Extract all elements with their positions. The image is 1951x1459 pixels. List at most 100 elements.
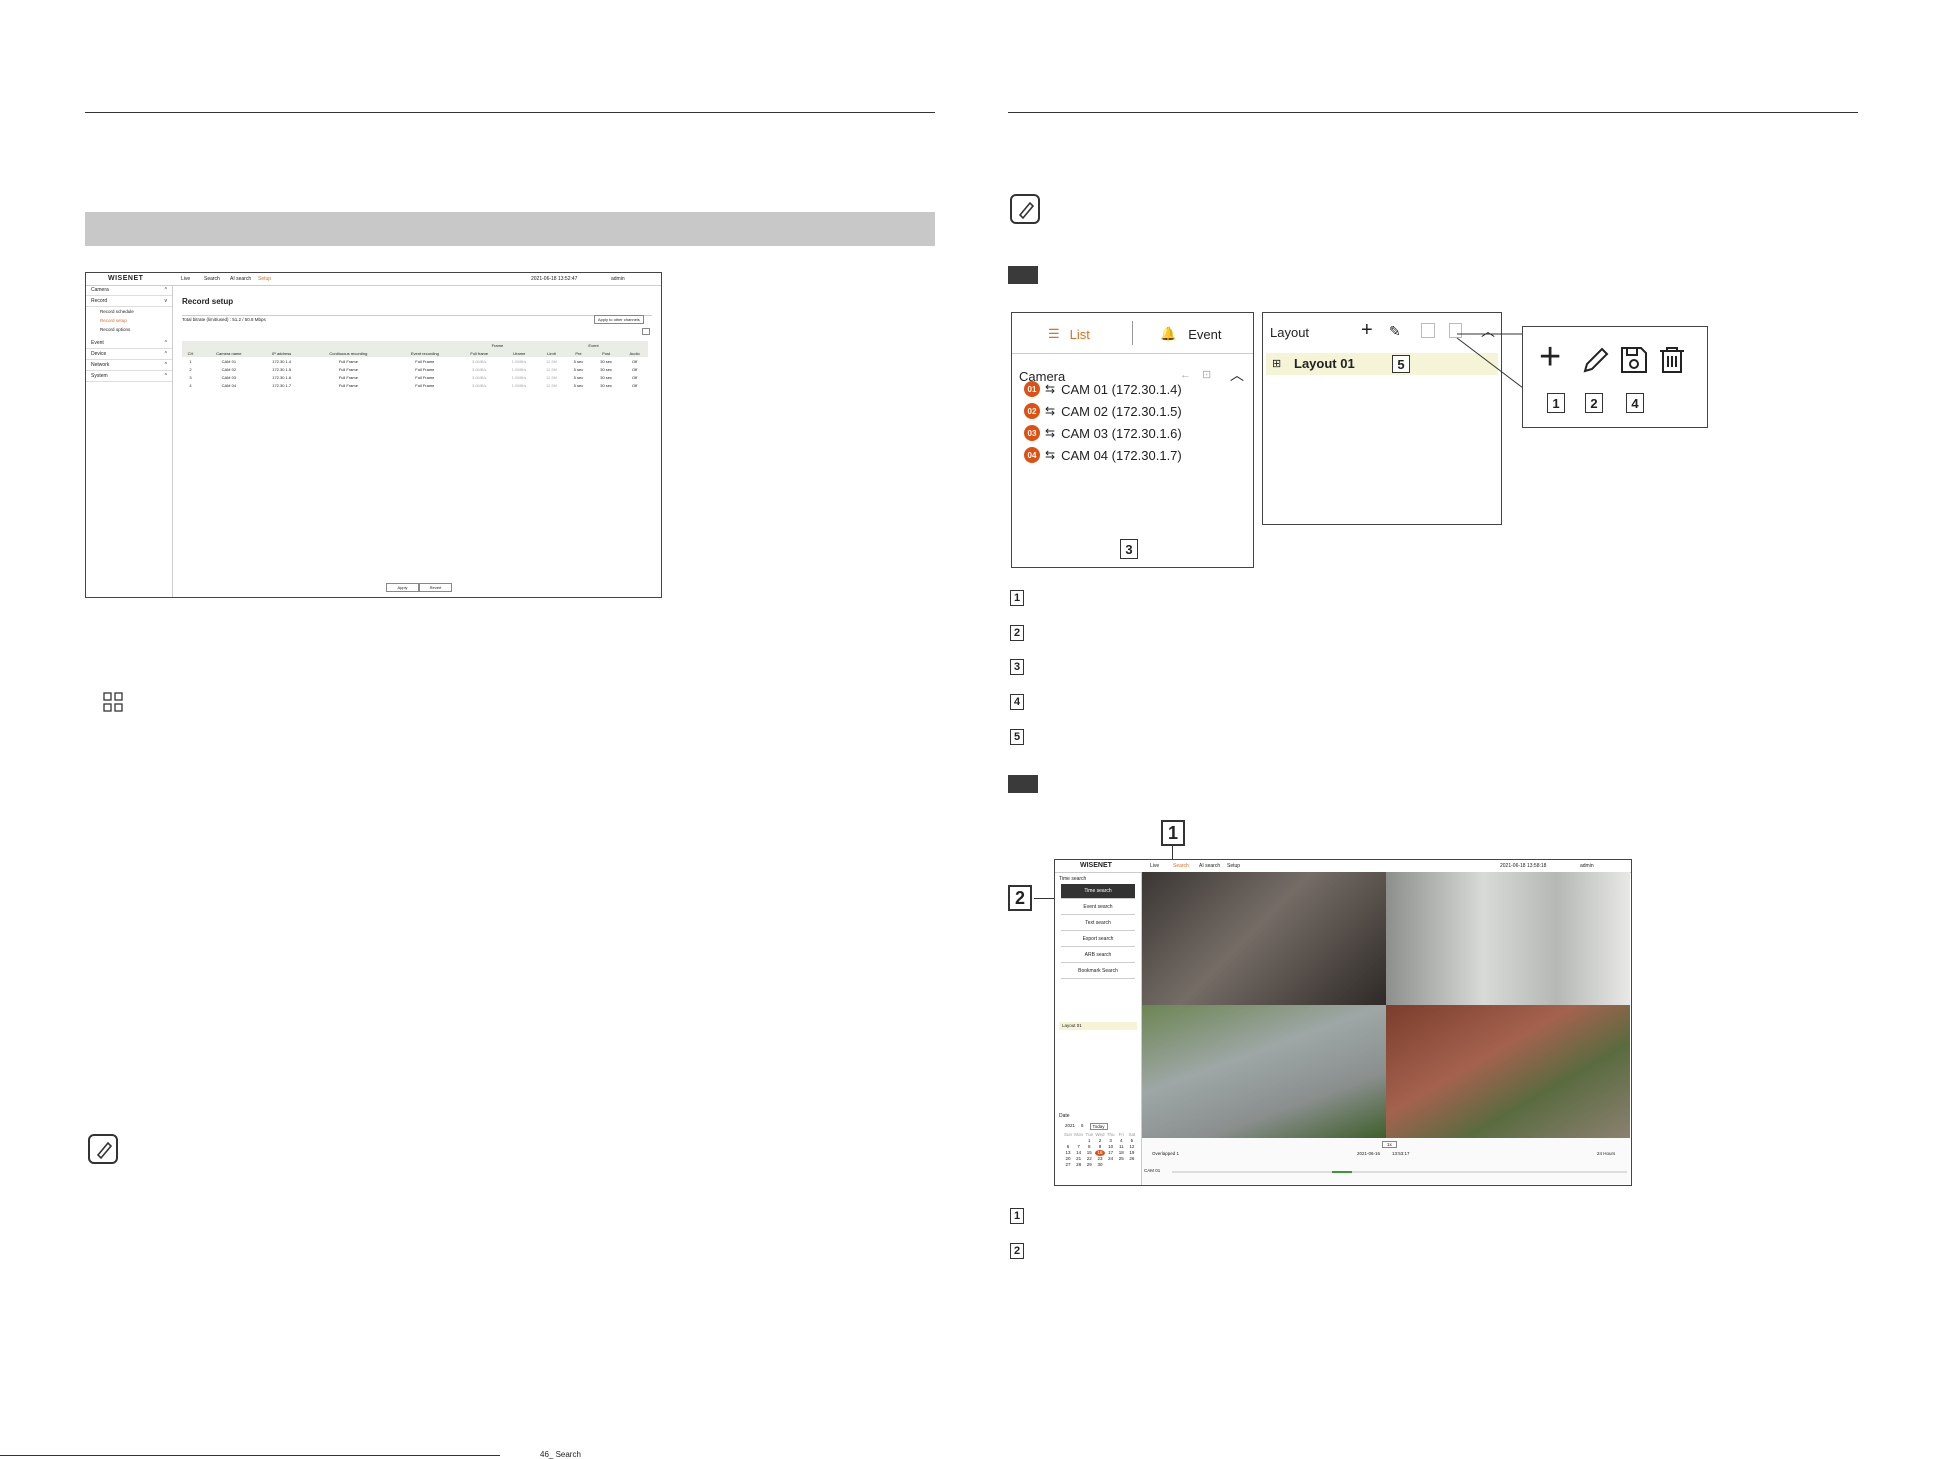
search-type-button[interactable]: ARB search [1061, 948, 1135, 963]
nav-live[interactable]: Live [1150, 863, 1159, 869]
header-rule-left [85, 112, 935, 113]
video-tile-2[interactable] [1386, 872, 1630, 1005]
user-menu[interactable]: admin [1580, 863, 1594, 869]
nav-setup[interactable]: Setup [1227, 863, 1240, 869]
sidebar-item-device[interactable]: Device ^ [86, 349, 172, 360]
divider [182, 315, 652, 316]
nav-ai-search[interactable]: AI search [1199, 863, 1220, 869]
camera-number-badge: 03 [1024, 425, 1040, 441]
nav-search[interactable]: Search [204, 276, 220, 282]
nav-search[interactable]: Search [1173, 863, 1189, 869]
sidebar-label: System [91, 373, 108, 379]
nav-live[interactable]: Live [181, 276, 190, 282]
video-tile-4[interactable] [1386, 1005, 1630, 1138]
sidebar-item-record[interactable]: Record v [86, 296, 172, 307]
timeline-recorded [1332, 1171, 1352, 1173]
table-cell: 172.30.1.6 [272, 374, 292, 380]
calendar-day[interactable] [1106, 1162, 1116, 1168]
sidebar-sub-record-schedule[interactable]: Record schedule [86, 307, 172, 316]
sidebar-sub-record-setup[interactable]: Record setup [86, 316, 172, 325]
grid-icon[interactable] [642, 328, 650, 335]
callout-5: 5 [1392, 355, 1410, 373]
calendar-day[interactable] [1127, 1162, 1137, 1168]
search-type-button[interactable]: Event search [1061, 900, 1135, 915]
table-cell: Full Frame [415, 358, 435, 364]
table-cell: Full Frame [415, 366, 435, 372]
table-cell: 5 sec [573, 366, 584, 372]
search-screenshot: WISENET Live Search AI search Setup 2021… [1054, 859, 1632, 1186]
today-button[interactable]: Today [1089, 1123, 1108, 1130]
apply-button[interactable]: Apply [386, 583, 419, 592]
brand-logo: WISENET [1080, 862, 1112, 869]
brand-logo: WISENET [108, 275, 144, 282]
callout-1: 1 [1547, 393, 1565, 413]
table-cell: Full Frame [338, 358, 358, 364]
table-header: IP address [258, 349, 305, 357]
record-table: Frame Event CH Camera name IP address Conti… [182, 341, 648, 389]
speed-select[interactable]: 1x [1382, 1141, 1397, 1148]
table-header: Continuous recording [304, 349, 393, 357]
tab-list[interactable]: ☰ List [1048, 326, 1090, 342]
nav-ai-search[interactable]: AI search [230, 276, 251, 282]
calendar-day[interactable]: 27 [1063, 1162, 1073, 1168]
save-icon [1621, 347, 1647, 373]
user-menu[interactable]: admin [611, 276, 625, 282]
table-cell: 1.0MB/s [511, 366, 527, 372]
search-type-button[interactable]: Time search [1061, 884, 1135, 899]
table-group-empty [621, 341, 648, 349]
table-cell: Full Frame [415, 374, 435, 380]
search-type-button[interactable]: Export search [1061, 932, 1135, 947]
sidebar-item-system[interactable]: System ^ [86, 371, 172, 382]
bell-icon: 🔔 [1160, 326, 1177, 341]
table-row[interactable]: 3 CAM 03 172.30.1.6 Full Frame Full Frame 3.0… [182, 373, 648, 381]
search-type-button[interactable]: Bookmark Search [1061, 964, 1135, 979]
table-cell: CAM 01 [221, 358, 237, 364]
table-header: Limit [537, 349, 566, 357]
add-icon[interactable]: + [1361, 319, 1373, 342]
search-type-button[interactable]: Text search [1061, 916, 1135, 931]
table-cell: Off [631, 358, 638, 364]
table-cell: Full Frame [415, 382, 435, 388]
sidebar-item-network[interactable]: Network ^ [86, 360, 172, 371]
sidebar-sub-record-options[interactable]: Record options [86, 325, 172, 334]
calendar-day[interactable]: 29 [1084, 1162, 1094, 1168]
pencil-icon[interactable]: ✎ [1389, 323, 1401, 340]
table-row[interactable]: 1 CAM 01 172.30.1.4 Full Frame Full Frame 3.0… [182, 357, 648, 365]
table-group-empty [537, 341, 566, 349]
camera-list-item[interactable]: 04 ⇆ CAM 04 (172.30.1.7) [1024, 445, 1182, 465]
year-select[interactable]: 2021 [1065, 1123, 1075, 1130]
video-tile-1[interactable] [1142, 872, 1386, 1005]
date-label: Date [1059, 1113, 1070, 1119]
camera-label: CAM 01 (172.30.1.4) [1061, 381, 1182, 397]
callout-2: 2 [1008, 885, 1032, 911]
calendar-day[interactable]: 30 [1095, 1162, 1105, 1168]
table-row[interactable]: 2 CAM 02 172.30.1.5 Full Frame Full Frame 3.0… [182, 365, 648, 373]
table-cell: CAM 04 [221, 382, 237, 388]
nav-setup[interactable]: Setup [258, 276, 271, 282]
camera-label: CAM 02 (172.30.1.5) [1061, 403, 1182, 419]
layout-item[interactable]: Layout 01 [1059, 1022, 1137, 1030]
overlap-select[interactable]: Overlapped 1 [1152, 1151, 1179, 1156]
apply-other-channels-button[interactable]: Apply to other channels [594, 315, 644, 324]
table-header: CH [182, 349, 199, 357]
table-row[interactable]: 4 CAM 04 172.30.1.7 Full Frame Full Frame 3.0… [182, 381, 648, 389]
video-tile-3[interactable] [1142, 1005, 1386, 1138]
sidebar-item-event[interactable]: Event ^ [86, 338, 172, 349]
save-icon[interactable] [1421, 323, 1435, 338]
camera-list-item[interactable]: 01 ⇆ CAM 01 (172.30.1.4) [1024, 379, 1182, 399]
sidebar-label: Record [91, 298, 108, 304]
camera-list-item[interactable]: 02 ⇆ CAM 02 (172.30.1.5) [1024, 401, 1182, 421]
chevron-up-icon[interactable]: ︿ [1230, 365, 1244, 385]
table-cell: 1 [189, 358, 192, 364]
tab-event[interactable]: 🔔 Event [1160, 326, 1221, 342]
camera-list-item[interactable]: 03 ⇆ CAM 03 (172.30.1.6) [1024, 423, 1182, 443]
calendar-day[interactable] [1116, 1162, 1126, 1168]
camera-connection-icon: ⇆ [1045, 382, 1056, 396]
sidebar-item-camera[interactable]: Camera ^ [86, 285, 172, 296]
camera-group-icon[interactable]: ⊡ [1202, 368, 1211, 381]
timeline[interactable] [1172, 1171, 1627, 1173]
revert-button[interactable]: Revert [419, 583, 452, 592]
calendar-day[interactable]: 28 [1074, 1162, 1084, 1168]
toolbar-zoom-box: + 1 2 4 [1522, 326, 1708, 428]
month-select[interactable]: 6 [1081, 1123, 1084, 1130]
